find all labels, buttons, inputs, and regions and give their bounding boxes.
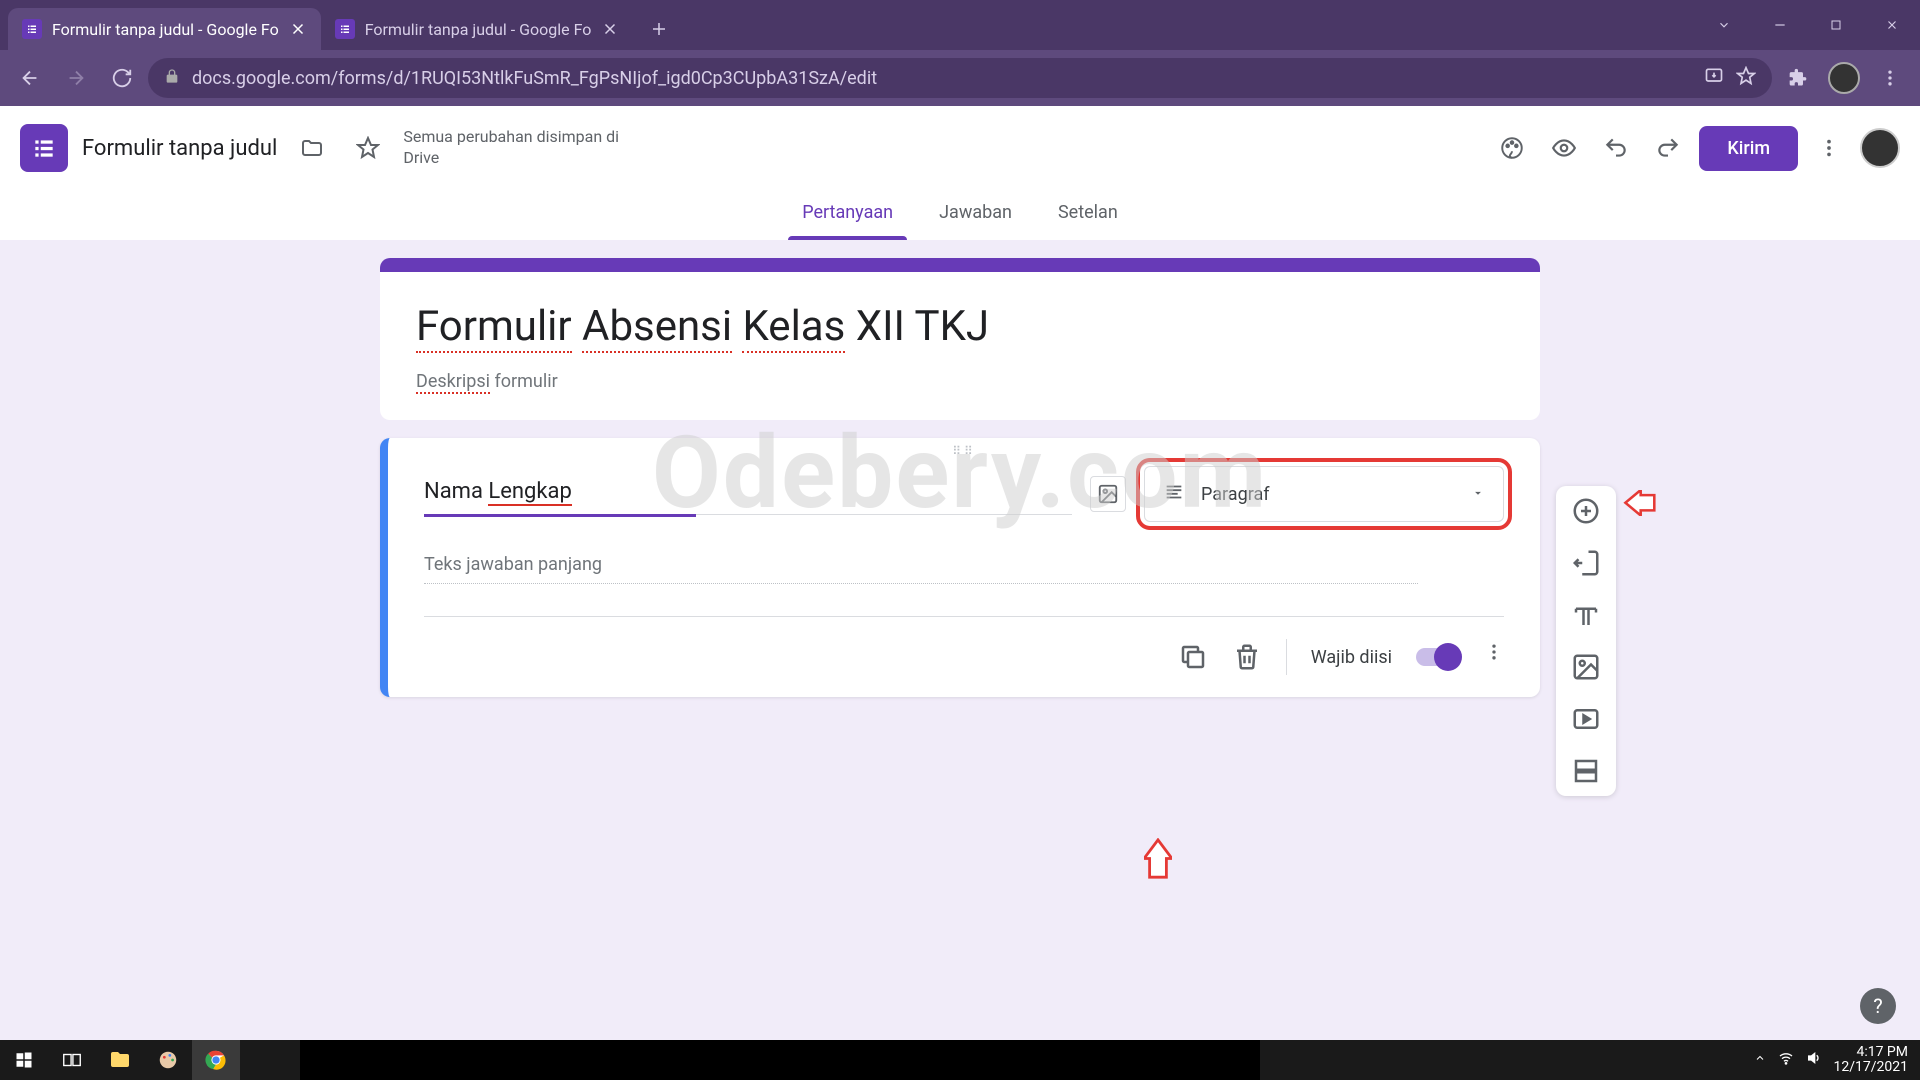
save-status: Semua perubahan disimpan di Drive	[403, 127, 623, 169]
file-explorer-icon[interactable]	[96, 1040, 144, 1080]
reload-button[interactable]	[102, 58, 142, 98]
type-label: Paragraf	[1201, 484, 1455, 505]
paint-icon[interactable]	[144, 1040, 192, 1080]
url-field[interactable]: docs.google.com/forms/d/1RUQI53NtlkFuSmR…	[148, 58, 1772, 98]
system-tray[interactable]: 4:17 PM 12/17/2021	[1754, 1045, 1920, 1076]
forms-favicon-icon	[22, 19, 42, 39]
extensions-icon[interactable]	[1778, 58, 1818, 98]
form-name[interactable]: Formulir tanpa judul	[82, 136, 277, 161]
url-text: docs.google.com/forms/d/1RUQI53NtlkFuSmR…	[192, 68, 1692, 89]
maximize-icon[interactable]	[1808, 0, 1864, 50]
volume-icon[interactable]	[1806, 1050, 1822, 1070]
browser-tab[interactable]: Formulir tanpa judul - Google Fo	[321, 8, 634, 50]
address-bar: docs.google.com/forms/d/1RUQI53NtlkFuSmR…	[0, 50, 1920, 106]
browser-titlebar: Formulir tanpa judul - Google Fo Formuli…	[0, 0, 1920, 50]
form-description[interactable]: Deskripsi formulir	[416, 371, 1504, 392]
forms-logo-icon[interactable]	[20, 124, 68, 172]
question-input[interactable]: Nama Lengkap	[424, 471, 1072, 515]
wifi-icon[interactable]	[1778, 1050, 1794, 1070]
clock[interactable]: 4:17 PM 12/17/2021	[1834, 1045, 1909, 1076]
minimize-icon[interactable]	[1752, 0, 1808, 50]
start-button[interactable]	[0, 1040, 48, 1080]
tab-title: Formulir tanpa judul - Google Fo	[52, 20, 279, 39]
browser-menu-icon[interactable]	[1870, 68, 1910, 88]
add-image-tool-icon[interactable]	[1571, 652, 1601, 682]
help-button[interactable]: ?	[1860, 988, 1896, 1024]
install-icon[interactable]	[1704, 66, 1724, 90]
annotation-arrow-left-icon	[1622, 490, 1656, 518]
form-header-card[interactable]: Formulir Absensi Kelas XII TKJ Deskripsi…	[380, 258, 1540, 420]
chrome-icon[interactable]	[192, 1040, 240, 1080]
tab-title: Formulir tanpa judul - Google Fo	[365, 20, 592, 39]
import-questions-icon[interactable]	[1571, 548, 1601, 578]
question-card[interactable]: ⠿⠿ Nama Lengkap Paragraf Teks jawaban pa…	[380, 438, 1540, 697]
new-tab-button[interactable]	[641, 11, 677, 47]
answer-placeholder: Teks jawaban panjang	[424, 554, 1418, 584]
tab-responses[interactable]: Jawaban	[931, 190, 1020, 240]
required-toggle[interactable]	[1416, 648, 1460, 666]
app-header: Formulir tanpa judul Semua perubahan dis…	[0, 106, 1920, 190]
question-type-selector[interactable]: Paragraf	[1144, 466, 1504, 522]
forms-favicon-icon	[335, 19, 355, 39]
close-icon[interactable]	[601, 20, 619, 38]
tray-chevron-icon[interactable]	[1754, 1052, 1766, 1068]
add-section-icon[interactable]	[1571, 756, 1601, 786]
chevron-down-icon[interactable]	[1696, 0, 1752, 50]
taskbar: 4:17 PM 12/17/2021	[0, 1040, 1920, 1080]
tab-questions[interactable]: Pertanyaan	[794, 190, 901, 240]
add-video-icon[interactable]	[1571, 704, 1601, 734]
annotation-arrow-up-icon	[1144, 838, 1172, 878]
redo-icon[interactable]	[1647, 127, 1689, 169]
taskbar-center	[300, 1040, 1260, 1080]
side-toolbar	[1556, 486, 1616, 796]
star-outline-icon[interactable]	[347, 127, 389, 169]
preview-icon[interactable]	[1543, 127, 1585, 169]
close-window-icon[interactable]	[1864, 0, 1920, 50]
paragraph-icon	[1163, 481, 1185, 507]
required-label: Wajib diisi	[1311, 647, 1392, 668]
tab-settings[interactable]: Setelan	[1050, 190, 1126, 240]
app-tabs: Pertanyaan Jawaban Setelan	[0, 190, 1920, 240]
send-button[interactable]: Kirim	[1699, 126, 1798, 171]
close-icon[interactable]	[289, 20, 307, 38]
folder-icon[interactable]	[291, 127, 333, 169]
forward-button[interactable]	[56, 58, 96, 98]
account-avatar[interactable]	[1860, 128, 1900, 168]
palette-icon[interactable]	[1491, 127, 1533, 169]
duplicate-icon[interactable]	[1178, 642, 1208, 672]
star-icon[interactable]	[1736, 66, 1756, 90]
add-image-icon[interactable]	[1090, 476, 1126, 512]
undo-icon[interactable]	[1595, 127, 1637, 169]
task-view-icon[interactable]	[48, 1040, 96, 1080]
browser-tab-active[interactable]: Formulir tanpa judul - Google Fo	[8, 8, 321, 50]
lock-icon	[164, 68, 180, 88]
profile-avatar[interactable]	[1824, 58, 1864, 98]
more-icon[interactable]	[1808, 127, 1850, 169]
add-title-icon[interactable]	[1571, 600, 1601, 630]
delete-icon[interactable]	[1232, 642, 1262, 672]
back-button[interactable]	[10, 58, 50, 98]
add-question-icon[interactable]	[1571, 496, 1601, 526]
drag-handle-icon[interactable]: ⠿⠿	[952, 444, 976, 458]
window-controls	[1696, 0, 1920, 50]
form-title-text[interactable]: Formulir Absensi Kelas XII TKJ	[416, 302, 1504, 351]
chevron-down-icon	[1471, 485, 1485, 504]
question-more-icon[interactable]	[1484, 642, 1504, 672]
form-canvas: Odebery.com Formulir Absensi Kelas XII T…	[0, 240, 1920, 1040]
